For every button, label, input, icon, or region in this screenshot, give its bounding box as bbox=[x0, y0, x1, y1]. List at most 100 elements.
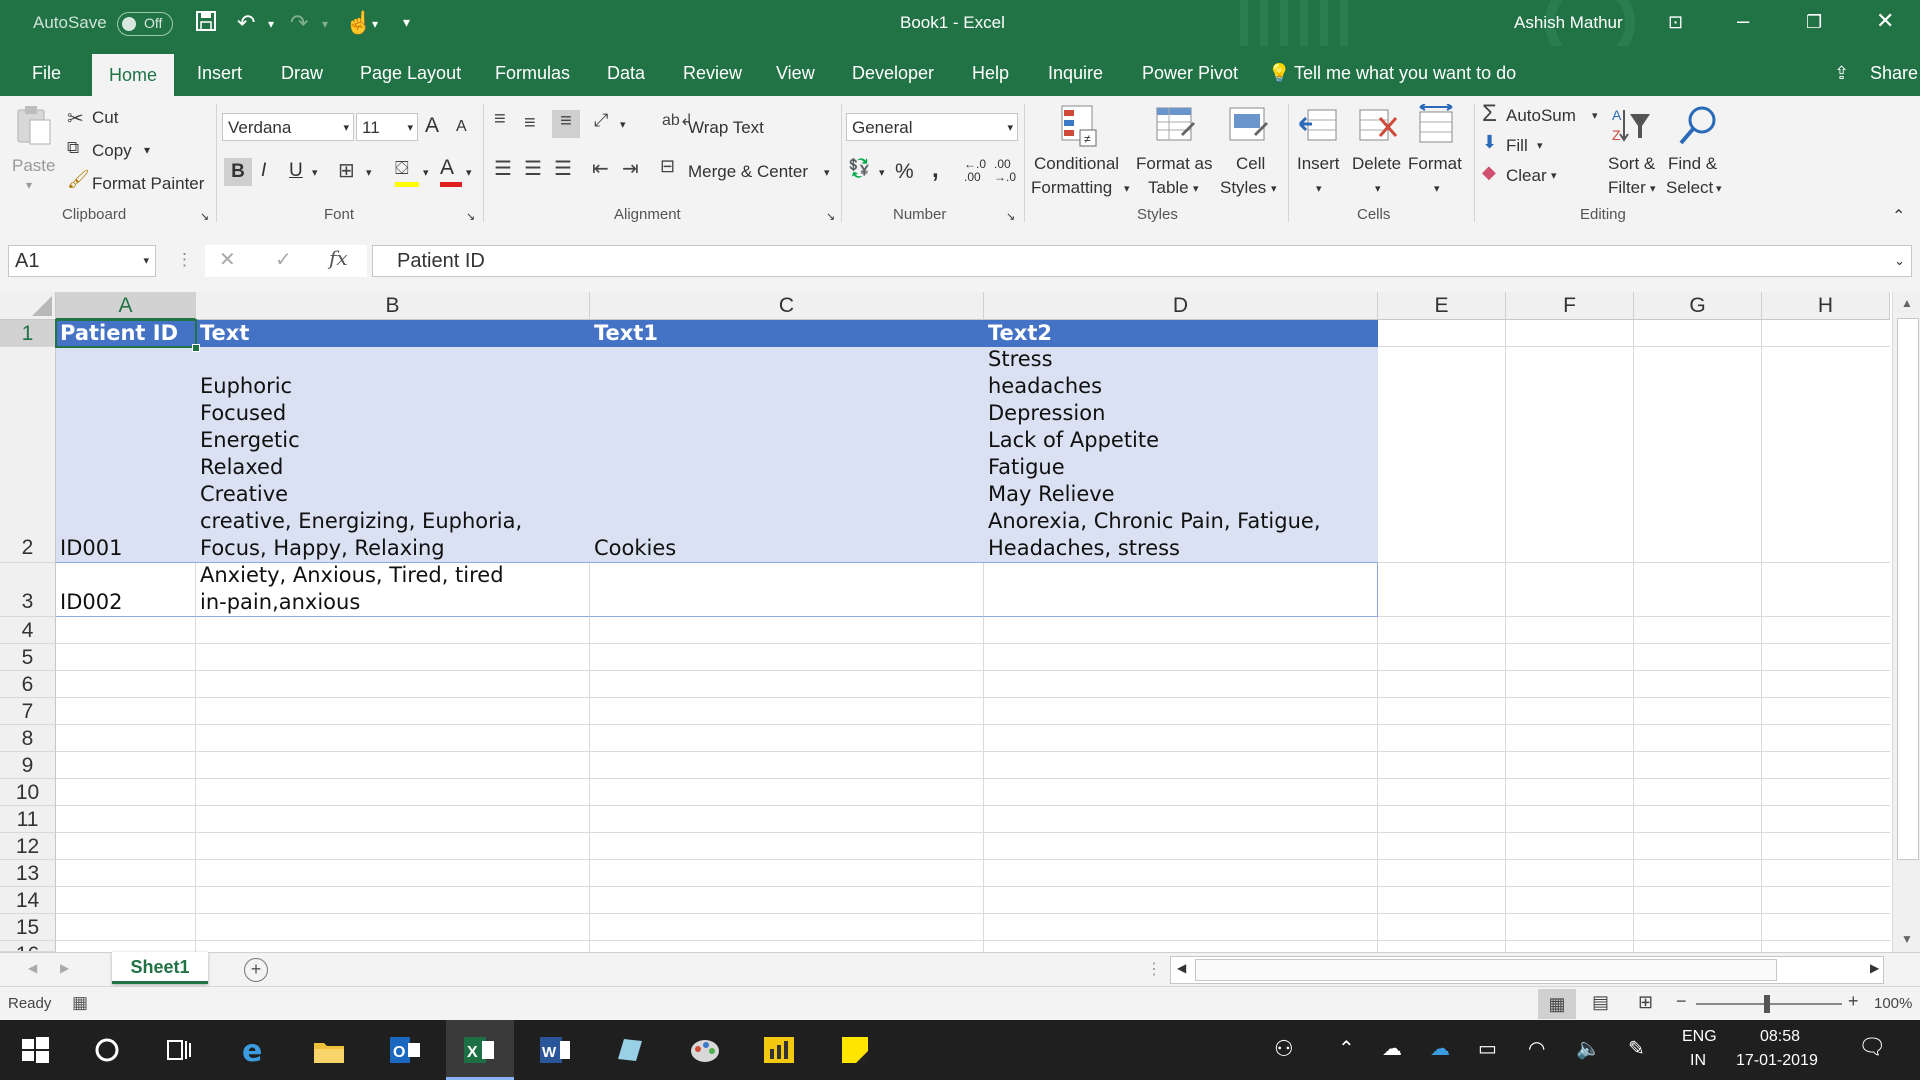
new-sheet-icon[interactable]: + bbox=[244, 958, 268, 982]
windows-start-icon[interactable] bbox=[18, 1033, 52, 1067]
fill-dropdown-icon[interactable]: ▾ bbox=[1537, 139, 1543, 152]
cell-c1[interactable]: Text1 bbox=[590, 320, 984, 347]
clipboard-launcher-icon[interactable]: ↘ bbox=[200, 210, 209, 223]
language-line2[interactable]: IN bbox=[1690, 1052, 1706, 1070]
align-top-icon[interactable]: ≡ bbox=[494, 108, 506, 131]
format-as-table-label1[interactable]: Format as bbox=[1136, 154, 1213, 174]
next-sheet-icon[interactable]: ▶ bbox=[60, 961, 69, 975]
increase-font-size-button[interactable]: A bbox=[425, 114, 439, 138]
column-header-f[interactable]: F bbox=[1506, 292, 1634, 320]
decrease-decimal-icon[interactable]: .00 →.0 bbox=[994, 158, 1016, 184]
zoom-out-icon[interactable]: − bbox=[1676, 991, 1687, 1012]
volume-icon[interactable]: 🔈 bbox=[1576, 1036, 1601, 1061]
scroll-up-icon[interactable]: ▲ bbox=[1901, 296, 1913, 310]
tab-page-layout[interactable]: Page Layout bbox=[360, 63, 461, 84]
align-right-icon[interactable]: ☰ bbox=[554, 156, 572, 181]
restore-icon[interactable]: ❐ bbox=[1806, 12, 1822, 33]
accounting-format-icon[interactable]: 💱 bbox=[848, 158, 870, 179]
column-header-d[interactable]: D bbox=[984, 292, 1378, 320]
row-header[interactable]: 5 bbox=[0, 644, 56, 671]
row-header[interactable]: 4 bbox=[0, 617, 56, 644]
zoom-level[interactable]: 100% bbox=[1874, 995, 1912, 1012]
row-header[interactable]: 8 bbox=[0, 725, 56, 752]
row-header[interactable]: 13 bbox=[0, 860, 56, 887]
increase-decimal-icon[interactable]: ←.0.00 bbox=[964, 158, 986, 184]
find-select-label2[interactable]: Select bbox=[1666, 178, 1713, 198]
collapse-ribbon-icon[interactable]: ⌃ bbox=[1892, 206, 1905, 226]
find-select-label1[interactable]: Find & bbox=[1668, 154, 1717, 174]
conditional-formatting-icon[interactable]: ≠ bbox=[1058, 104, 1102, 148]
power-bi-icon[interactable] bbox=[762, 1033, 796, 1067]
formula-input[interactable]: Patient ID ⌄ bbox=[372, 245, 1912, 277]
undo-dropdown-icon[interactable]: ▾ bbox=[268, 17, 274, 31]
number-format-select[interactable]: General ▾ bbox=[846, 113, 1018, 141]
people-icon[interactable]: ⚇ bbox=[1274, 1036, 1294, 1062]
table-dropdown-icon[interactable]: ▾ bbox=[1193, 182, 1199, 195]
tab-review[interactable]: Review bbox=[683, 63, 742, 84]
tab-power-pivot[interactable]: Power Pivot bbox=[1142, 63, 1238, 84]
clock-date[interactable]: 17-01-2019 bbox=[1736, 1052, 1818, 1070]
row-header[interactable]: 1 bbox=[0, 320, 56, 347]
row-header[interactable]: 2 bbox=[0, 347, 56, 563]
cell-d2[interactable]: Stress headaches Depression Lack of Appe… bbox=[984, 347, 1378, 563]
tab-data[interactable]: Data bbox=[607, 63, 645, 84]
row-header[interactable]: 9 bbox=[0, 752, 56, 779]
clear-dropdown-icon[interactable]: ▾ bbox=[1551, 169, 1557, 182]
cell-c2[interactable]: Cookies bbox=[590, 347, 984, 563]
copy-button[interactable]: Copy bbox=[92, 141, 132, 161]
cell-a3[interactable]: ID002 bbox=[56, 563, 196, 617]
copy-dropdown-icon[interactable]: ▾ bbox=[144, 143, 150, 157]
user-name[interactable]: Ashish Mathur bbox=[1514, 13, 1623, 33]
touch-dropdown-icon[interactable]: ▾ bbox=[372, 17, 378, 31]
delete-dropdown-icon[interactable]: ▾ bbox=[1375, 182, 1381, 195]
autosum-button[interactable]: AutoSum bbox=[1506, 106, 1576, 126]
conditional-dropdown-icon[interactable]: ▾ bbox=[1124, 182, 1130, 195]
borders-icon[interactable]: ⊞ bbox=[338, 158, 355, 183]
touch-mode-icon[interactable]: ☝ bbox=[345, 10, 372, 36]
expand-formula-bar-icon[interactable]: ⌄ bbox=[1894, 246, 1905, 276]
tab-help[interactable]: Help bbox=[972, 63, 1009, 84]
paste-button[interactable]: Paste bbox=[12, 156, 55, 176]
scroll-down-icon[interactable]: ▼ bbox=[1901, 932, 1913, 946]
worksheet-grid[interactable]: A B C D E F G H 1 2 3 4 5 6 7 8 9 10 11 … bbox=[0, 292, 1920, 952]
column-header-a[interactable]: A bbox=[56, 292, 196, 320]
cell-c3[interactable] bbox=[590, 563, 984, 617]
underline-button[interactable]: U bbox=[289, 160, 303, 182]
tab-inquire[interactable]: Inquire bbox=[1048, 63, 1103, 84]
cancel-entry-icon[interactable]: ✕ bbox=[219, 247, 236, 272]
align-center-icon[interactable]: ☰ bbox=[524, 156, 542, 181]
cell-b3[interactable]: Anxiety, Anxious, Tired, tired in-pain,a… bbox=[196, 563, 590, 617]
insert-function-button[interactable]: fx bbox=[329, 246, 348, 270]
cell-d1[interactable]: Text2 bbox=[984, 320, 1378, 347]
conditional-formatting-label2[interactable]: Formatting bbox=[1031, 178, 1112, 198]
decrease-indent-icon[interactable]: ⇤ bbox=[592, 156, 609, 181]
name-box[interactable]: A1 ▾ bbox=[8, 245, 156, 277]
select-all-button[interactable] bbox=[0, 292, 56, 320]
fill-button[interactable]: Fill bbox=[1506, 136, 1528, 156]
borders-dropdown-icon[interactable]: ▾ bbox=[366, 166, 372, 179]
font-name-select[interactable]: Verdana ▾ bbox=[222, 113, 354, 141]
format-painter-button[interactable]: Format Painter bbox=[92, 174, 204, 194]
confirm-entry-icon[interactable]: ✓ bbox=[275, 247, 292, 272]
page-break-view-icon[interactable]: ⊞ bbox=[1638, 992, 1653, 1013]
tab-view[interactable]: View bbox=[776, 63, 815, 84]
column-header-b[interactable]: B bbox=[196, 292, 590, 320]
normal-view-icon[interactable]: ▦ bbox=[1538, 989, 1576, 1019]
clear-button[interactable]: Clear bbox=[1506, 166, 1547, 186]
format-cells-icon[interactable] bbox=[1414, 104, 1458, 148]
prev-sheet-icon[interactable]: ◀ bbox=[28, 961, 37, 975]
cut-button[interactable]: Cut bbox=[92, 108, 118, 128]
font-launcher-icon[interactable]: ↘ bbox=[466, 210, 475, 223]
cell-b1[interactable]: Text bbox=[196, 320, 590, 347]
sort-filter-label2[interactable]: Filter bbox=[1608, 178, 1646, 198]
tab-insert[interactable]: Insert bbox=[197, 63, 242, 84]
increase-indent-icon[interactable]: ⇥ bbox=[622, 156, 639, 181]
row-header[interactable]: 6 bbox=[0, 671, 56, 698]
format-dropdown-icon[interactable]: ▾ bbox=[1434, 182, 1440, 195]
autosave-toggle[interactable]: Off bbox=[117, 12, 173, 36]
sort-filter-label1[interactable]: Sort & bbox=[1608, 154, 1655, 174]
sticky-app-icon[interactable] bbox=[612, 1033, 646, 1067]
action-center-icon[interactable]: 🗨 bbox=[1858, 1034, 1886, 1060]
format-as-table-label2[interactable]: Table bbox=[1148, 178, 1189, 198]
file-explorer-icon[interactable] bbox=[312, 1033, 346, 1067]
